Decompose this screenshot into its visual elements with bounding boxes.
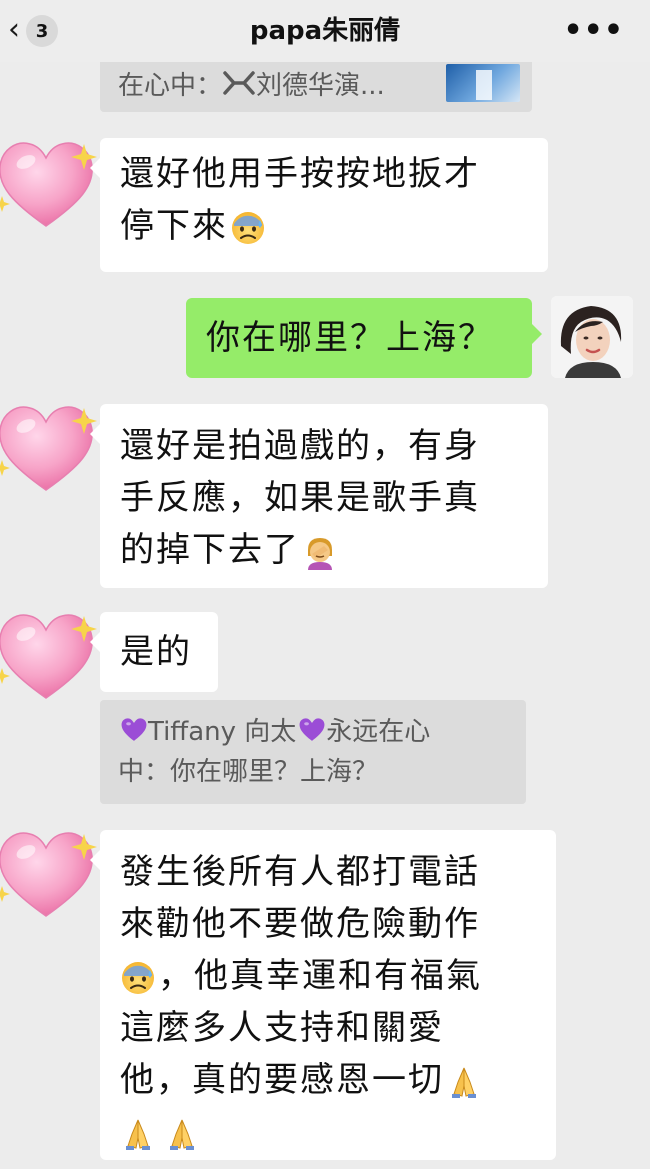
quote-text: 在心中： (118, 71, 223, 101)
message-bubble-self[interactable]: 你在哪里？上海？ (186, 298, 542, 378)
message-text: ，他真幸運和有福氣 (158, 956, 482, 996)
message-line: ，他真幸運和有福氣 (120, 950, 536, 1002)
quote-line: Tiffany 向太 永远在心 (118, 712, 508, 752)
message-text: 他，真的要感恩一切 (120, 1060, 444, 1100)
message-line (120, 1106, 536, 1158)
quote-name: 刘德华演... (256, 71, 385, 101)
avatar[interactable] (551, 296, 633, 378)
message-line: 還好他用手按按地扳才 (120, 154, 480, 194)
user-portrait-icon (551, 296, 633, 378)
quoted-message-top[interactable]: 在心中： 刘德华演... (100, 62, 532, 112)
message-bubble[interactable]: 還好是拍過戲的，有身 手反應，如果是歌手真 的掉下去了 (90, 404, 548, 588)
folded-hands-icon (164, 1116, 200, 1152)
quote-text: 永远在心 (326, 717, 431, 747)
pink-heart-sparkle-icon[interactable] (0, 130, 100, 238)
message-line: 他，真的要感恩一切 (120, 1054, 536, 1106)
pink-heart-sparkle-icon[interactable] (0, 820, 100, 928)
quote-thumbnail (446, 64, 520, 102)
music-icon (223, 71, 255, 95)
purple-heart-icon (298, 716, 326, 744)
quote-line: 中：你在哪里？上海？ (118, 757, 379, 787)
message-text: 你在哪里？上海？ (206, 318, 494, 358)
message-line: 停下來 (120, 200, 528, 252)
message-line: 這麼多人支持和關愛 (120, 1008, 444, 1048)
message-line: 的掉下去了 (120, 524, 528, 576)
chat-title: papa朱丽倩 (249, 16, 401, 46)
message-line: 還好是拍過戲的，有身 (120, 426, 480, 466)
anxious-sweat-face-icon (230, 210, 266, 246)
message-line: 來勸他不要做危險動作 (120, 904, 480, 944)
pink-heart-sparkle-icon[interactable] (0, 394, 100, 502)
message-bubble[interactable]: 是的 (90, 612, 218, 692)
message-text: 是的 (120, 632, 192, 672)
more-dots-icon[interactable]: ••• (563, 12, 624, 50)
message-line: 手反應，如果是歌手真 (120, 478, 480, 518)
message-text: 停下來 (120, 206, 228, 246)
message-line: 發生後所有人都打電話 (120, 852, 480, 892)
purple-heart-icon (120, 716, 148, 744)
quoted-message[interactable]: Tiffany 向太 永远在心 中：你在哪里？上海？ (100, 700, 526, 804)
facepalm-icon (302, 534, 338, 570)
chat-header: ‹ 3 papa朱丽倩 ••• (0, 0, 650, 62)
quote-name: Tiffany 向太 (148, 717, 297, 747)
anxious-sweat-face-icon (120, 960, 156, 996)
folded-hands-icon (446, 1064, 482, 1100)
message-bubble[interactable]: 發生後所有人都打電話 來勸他不要做危險動作 ，他真幸運和有福氣 這麼多人支持和關… (90, 830, 556, 1160)
message-text: 的掉下去了 (120, 530, 300, 570)
folded-hands-icon (120, 1116, 156, 1152)
pink-heart-sparkle-icon[interactable] (0, 602, 100, 710)
message-bubble[interactable]: 還好他用手按按地扳才 停下來 (90, 138, 548, 272)
